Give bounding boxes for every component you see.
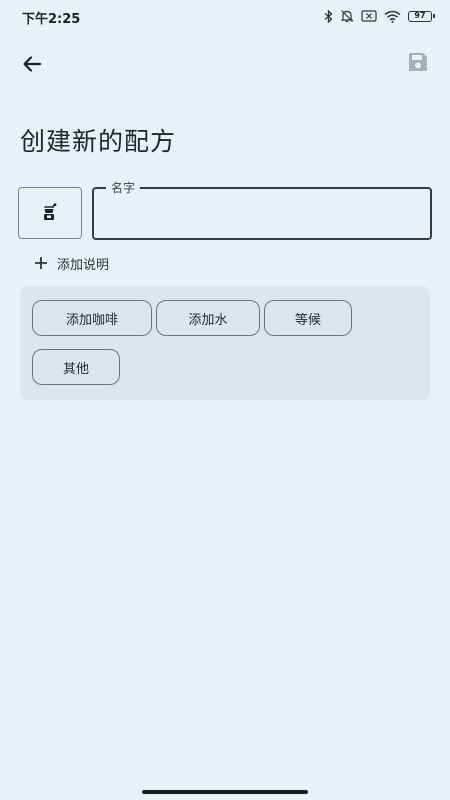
- wait-chip[interactable]: 等候: [264, 300, 352, 336]
- battery-icon: 97: [408, 10, 435, 22]
- back-button[interactable]: [12, 44, 52, 84]
- name-input[interactable]: [106, 201, 420, 229]
- save-button[interactable]: [398, 42, 438, 82]
- plus-icon: [35, 257, 47, 269]
- arrow-left-icon: [23, 56, 42, 72]
- wifi-icon: [384, 10, 401, 23]
- status-bar: 下午2:25 97: [0, 0, 450, 32]
- status-icons: 97: [324, 9, 435, 23]
- sim-off-icon: [361, 10, 377, 22]
- mute-bell-icon: [340, 9, 354, 23]
- page-title: 创建新的配方: [20, 127, 177, 156]
- name-field-label: 名字: [106, 179, 141, 196]
- toolbar: [0, 40, 450, 86]
- add-water-chip[interactable]: 添加水: [156, 300, 260, 336]
- other-chip[interactable]: 其他: [32, 349, 120, 385]
- add-description-label: 添加说明: [57, 257, 110, 273]
- add-description-button[interactable]: 添加说明: [34, 252, 109, 274]
- steps-card: 添加咖啡 添加水 等候 其他: [20, 286, 430, 400]
- bluetooth-icon: [324, 9, 333, 23]
- name-field[interactable]: 名字: [92, 179, 432, 240]
- recipe-icon-picker[interactable]: [18, 187, 82, 239]
- home-indicator: [142, 790, 308, 794]
- floppy-disk-icon: [409, 53, 427, 71]
- status-time: 下午2:25: [22, 12, 81, 27]
- add-coffee-chip[interactable]: 添加咖啡: [32, 300, 152, 336]
- coffee-grinder-icon: [44, 203, 57, 220]
